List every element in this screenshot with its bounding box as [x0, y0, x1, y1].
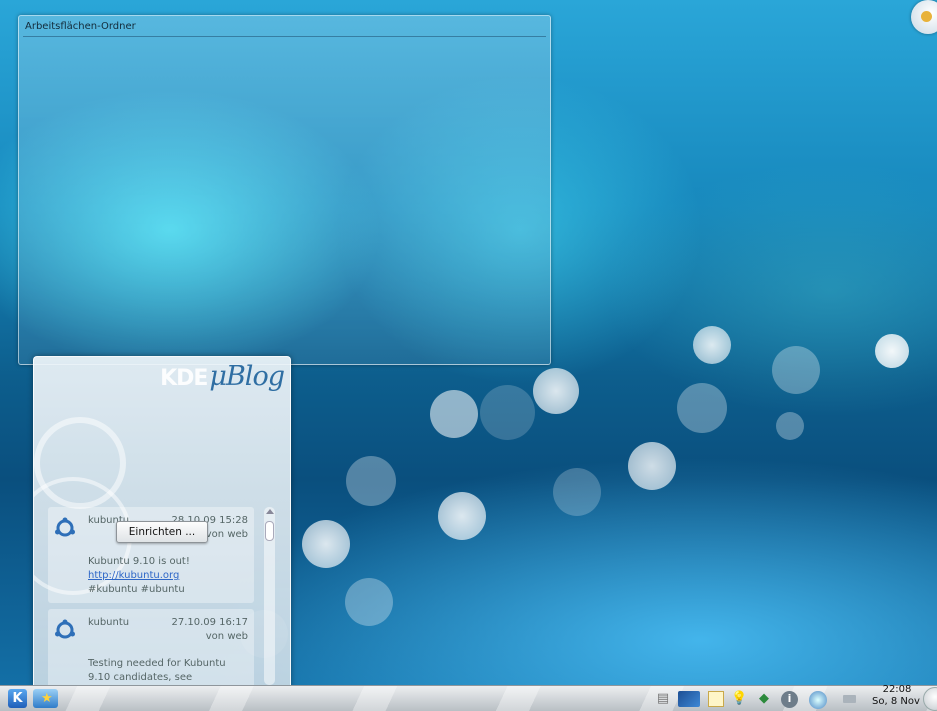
scroll-up-arrow-icon[interactable] — [266, 509, 274, 514]
clipboard-icon[interactable] — [708, 691, 724, 707]
plasma-cashew-icon[interactable] — [911, 0, 937, 34]
post-link[interactable]: http://kubuntu.org — [88, 569, 248, 583]
ublog-logo: KDEμBlog — [160, 361, 285, 392]
clock-date[interactable]: So, 8 Nov — [865, 696, 927, 707]
ublog-logo-text: μBlog — [209, 361, 285, 392]
post-message: Testing needed for Kubuntu 9.10 candidat… — [88, 658, 226, 683]
post-tags: #kubuntu #ubuntu — [88, 584, 185, 595]
post-source: von web — [205, 631, 248, 642]
keyboard-icon[interactable] — [843, 695, 856, 703]
post-message: Kubuntu 9.10 is out! — [88, 556, 190, 567]
post-user[interactable]: kubuntu — [88, 617, 129, 628]
taskbar-panel: K ★ ▤ 💡 ◆ i — [0, 685, 937, 711]
configure-button[interactable]: Einrichten ... — [116, 521, 208, 543]
network-icon[interactable]: ◆ — [756, 691, 772, 707]
cashew-dot — [921, 11, 932, 22]
folder-view-title: Arbeitsflächen-Ordner — [25, 21, 136, 32]
folder-view-divider — [23, 36, 546, 37]
post-text: Kubuntu 9.10 is out! http://kubuntu.org … — [88, 555, 248, 597]
folder-view-widget[interactable]: Arbeitsflächen-Ordner — [18, 15, 551, 365]
scroll-handle[interactable] — [265, 521, 274, 541]
favorites-star-icon[interactable]: ★ — [33, 689, 58, 708]
post-time: 27.10.09 16:17 — [171, 617, 248, 628]
printer-icon[interactable]: ▤ — [655, 691, 671, 707]
post-source: von web — [205, 529, 248, 540]
kde-menu-icon[interactable]: K — [8, 689, 27, 708]
kubuntu-logo-icon — [55, 517, 75, 537]
kubuntu-logo-icon — [55, 619, 75, 639]
list-item: kubuntu 27.10.09 16:17 von web Testing n… — [48, 609, 254, 687]
ublog-logo-kde: KDE — [160, 366, 208, 391]
clock-time[interactable]: 22:08 — [877, 684, 917, 695]
star-icon: ★ — [41, 691, 53, 706]
display-icon[interactable] — [678, 691, 700, 707]
info-icon[interactable]: i — [781, 691, 798, 708]
update-manager-icon[interactable] — [809, 691, 827, 709]
ublog-scrollbar[interactable] — [264, 507, 275, 685]
lightbulb-icon[interactable]: 💡 — [731, 691, 747, 707]
